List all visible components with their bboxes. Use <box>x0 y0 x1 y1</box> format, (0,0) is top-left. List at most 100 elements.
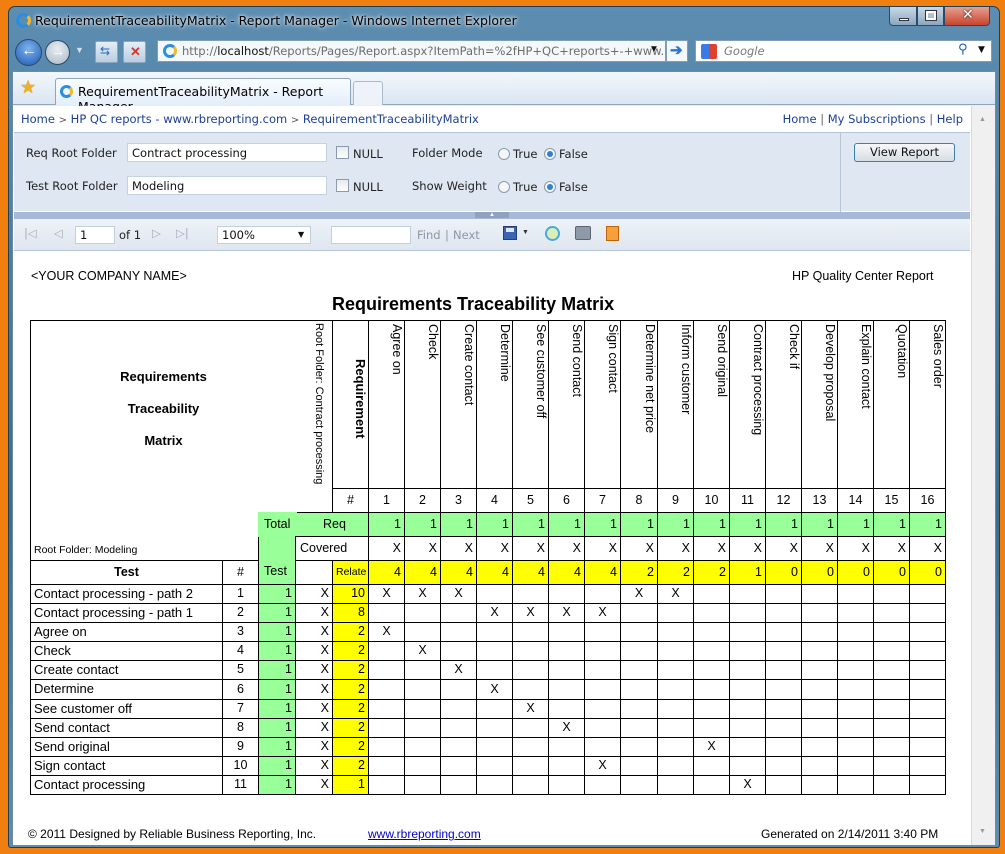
close-button[interactable]: ✕ <box>944 7 990 26</box>
refresh-icon: ⇆ <box>100 44 111 58</box>
search-dropdown-icon[interactable]: ▼ <box>978 45 985 55</box>
matrix-cell <box>440 603 477 623</box>
test-number: 7 <box>222 699 259 719</box>
my-subscriptions-link[interactable]: My Subscriptions <box>828 112 926 126</box>
search-box[interactable]: Google ⚲ ▼ <box>695 40 992 62</box>
matrix-cell <box>765 603 802 623</box>
refresh-button[interactable]: ⇆ <box>95 41 118 63</box>
matrix-cell <box>548 756 585 776</box>
requirement-relate-count: 4 <box>584 560 621 585</box>
matrix-cell <box>512 737 549 757</box>
test-covered: X <box>295 660 333 680</box>
show-weight-true-radio[interactable] <box>498 181 510 193</box>
collapse-icon[interactable]: ▲ <box>475 212 509 218</box>
requirement-relate-count: 2 <box>657 560 694 585</box>
show-weight-false-radio[interactable] <box>544 181 556 193</box>
back-button[interactable]: ← <box>15 39 42 66</box>
matrix-cell <box>368 775 405 795</box>
zoom-select[interactable]: 100% ▼ <box>217 226 311 244</box>
matrix-cell <box>657 660 694 680</box>
matrix-cell <box>584 699 621 719</box>
address-bar[interactable]: http://localhost/Reports/Pages/Report.as… <box>157 40 666 62</box>
requirement-relate-count: 2 <box>620 560 658 585</box>
matrix-cell <box>512 622 549 642</box>
stop-button[interactable]: ✕ <box>123 41 146 63</box>
next-button[interactable]: Next <box>453 228 480 242</box>
minimize-button[interactable] <box>889 7 917 26</box>
req-number-header: # <box>332 488 369 513</box>
next-page-icon[interactable]: ▷ <box>152 226 161 240</box>
footer-website-link[interactable]: www.rbreporting.com <box>368 827 481 841</box>
requirement-number: 15 <box>873 488 910 513</box>
favorites-star-icon[interactable]: ★ <box>20 77 36 98</box>
matrix-cell-linked: X <box>548 603 585 623</box>
requirement-total-test: 1 <box>368 512 405 537</box>
breadcrumb-report[interactable]: RequirementTraceabilityMatrix <box>303 112 479 126</box>
req-root-folder-input[interactable] <box>127 143 327 162</box>
matrix-cell <box>801 622 838 642</box>
null-label: NULL <box>353 180 383 194</box>
matrix-cell <box>620 775 658 795</box>
new-tab-button[interactable] <box>353 81 383 105</box>
refresh-report-icon[interactable] <box>545 226 560 241</box>
tab-report-manager[interactable]: RequirementTraceabilityMatrix - Report M… <box>55 78 351 114</box>
home-link[interactable]: Home <box>783 112 817 126</box>
test-covered: X <box>295 737 333 757</box>
history-dropdown-icon[interactable]: ▼ <box>75 45 84 55</box>
help-link[interactable]: Help <box>937 112 963 126</box>
go-button[interactable]: ➔ <box>666 40 688 62</box>
page-number-input[interactable] <box>75 226 115 244</box>
matrix-cell <box>729 660 766 680</box>
previous-page-icon[interactable]: ◁ <box>54 226 63 240</box>
print-icon[interactable] <box>575 226 591 240</box>
params-collapse-bar[interactable]: ▲ <box>14 212 970 219</box>
breadcrumb-home[interactable]: Home <box>21 112 55 126</box>
matrix-cell <box>368 641 405 661</box>
view-report-button[interactable]: View Report <box>854 143 955 162</box>
go-arrow-icon: ➔ <box>670 42 683 59</box>
requirement-number: 5 <box>512 488 549 513</box>
matrix-cell <box>837 622 874 642</box>
matrix-cell <box>548 660 585 680</box>
test-name: See customer off <box>30 699 223 719</box>
export-dropdown-icon[interactable]: ▼ <box>522 229 529 236</box>
matrix-cell <box>404 718 441 738</box>
forward-button[interactable]: → <box>45 40 70 65</box>
matrix-cell <box>584 584 621 604</box>
requirement-relate-count: 4 <box>476 560 513 585</box>
matrix-cell <box>512 641 549 661</box>
requirement-name-header: Determine <box>476 320 513 489</box>
req-root-null-checkbox[interactable] <box>336 146 349 159</box>
scroll-down-icon[interactable]: ▼ <box>979 828 986 835</box>
test-root-folder-text: Root Folder: Modeling <box>34 544 138 556</box>
matrix-cell <box>909 660 946 680</box>
maximize-button[interactable] <box>917 7 944 26</box>
show-weight-label: Show Weight <box>412 179 487 193</box>
matrix-cell <box>548 775 585 795</box>
find-button[interactable]: Find <box>417 228 441 242</box>
first-page-icon[interactable]: |◁ <box>24 226 37 240</box>
breadcrumb-folder[interactable]: HP QC reports - www.rbreporting.com <box>71 112 288 126</box>
address-dropdown-icon[interactable]: ▼ <box>649 44 659 55</box>
folder-mode-false-radio[interactable] <box>544 148 556 160</box>
search-icon[interactable]: ⚲ <box>958 42 968 57</box>
matrix-cell <box>765 699 802 719</box>
export-save-icon[interactable] <box>503 226 517 240</box>
find-input[interactable] <box>331 226 411 244</box>
folder-mode-true-radio[interactable] <box>498 148 510 160</box>
test-root-null-checkbox[interactable] <box>336 179 349 192</box>
last-page-icon[interactable]: ▷| <box>176 226 189 240</box>
matrix-cell <box>837 775 874 795</box>
test-name: Determine <box>30 679 223 700</box>
data-feed-icon[interactable] <box>606 226 619 241</box>
scroll-up-icon[interactable]: ▲ <box>979 116 986 123</box>
requirement-relate-count: 4 <box>368 560 405 585</box>
matrix-cell-linked: X <box>476 603 513 623</box>
matrix-cell <box>729 622 766 642</box>
test-root-folder-input[interactable] <box>127 176 327 195</box>
test-number: 2 <box>222 603 259 623</box>
vertical-scrollbar[interactable]: ▲ ▼ <box>971 106 995 845</box>
close-icon: ✕ <box>962 7 974 23</box>
matrix-cell <box>657 699 694 719</box>
test-number: 10 <box>222 756 259 776</box>
